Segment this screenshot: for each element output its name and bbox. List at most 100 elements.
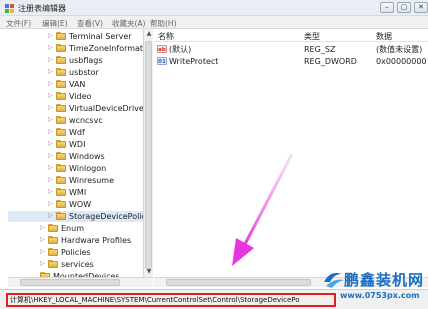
watermark-url: www.0753px.com bbox=[340, 291, 420, 300]
expand-arrow-icon[interactable]: ▷ bbox=[48, 92, 54, 100]
value-name: (默认) bbox=[169, 45, 192, 54]
tree-item-label: Wdf bbox=[69, 128, 85, 137]
scroll-down-icon[interactable]: ▼ bbox=[144, 267, 154, 277]
tree-item[interactable]: ▷ TimeZoneInformat bbox=[8, 43, 150, 54]
folder-icon bbox=[48, 260, 58, 268]
tree-horizontal-scrollbar[interactable] bbox=[8, 277, 153, 287]
scroll-thumb[interactable] bbox=[166, 279, 311, 286]
tree-item-label: usbstor bbox=[69, 68, 99, 77]
folder-icon bbox=[56, 92, 66, 100]
tree-item-label: Video bbox=[69, 92, 92, 101]
tree-vertical-scrollbar[interactable]: ▲ ▼ bbox=[143, 29, 153, 277]
registry-path: 计算机\HKEY_LOCAL_MACHINE\SYSTEM\CurrentCon… bbox=[6, 293, 336, 307]
string-value-icon: ab bbox=[157, 45, 167, 53]
expand-arrow-icon[interactable]: ▷ bbox=[40, 236, 46, 244]
folder-icon bbox=[48, 224, 58, 232]
expand-arrow-icon[interactable]: ▷ bbox=[48, 80, 54, 88]
tree-item-label: WMI bbox=[69, 188, 87, 197]
tree-item[interactable]: ▷ WDI bbox=[8, 139, 150, 150]
tree-item[interactable]: ▷ Windows bbox=[8, 151, 150, 162]
expand-arrow-icon[interactable]: ▷ bbox=[48, 152, 54, 160]
watermark: 鹏鑫装机网 www.0753px.com bbox=[322, 268, 428, 308]
folder-icon bbox=[56, 128, 66, 136]
tree-item-label: VirtualDeviceDriver bbox=[69, 104, 148, 113]
value-name: WriteProtect bbox=[169, 57, 219, 66]
expand-arrow-icon[interactable]: ▷ bbox=[48, 56, 54, 64]
menu-help[interactable]: 帮助(H) bbox=[150, 18, 177, 29]
expand-arrow-icon[interactable]: ▷ bbox=[40, 224, 46, 232]
folder-icon bbox=[56, 44, 66, 52]
tree-item-label: Enum bbox=[61, 224, 84, 233]
tree-item[interactable]: ▷ Enum bbox=[8, 223, 150, 234]
title-bar: 注册表编辑器 – ▢ ✕ bbox=[0, 0, 428, 16]
folder-icon bbox=[56, 164, 66, 172]
scroll-thumb[interactable] bbox=[20, 279, 120, 286]
tree-item[interactable]: ▷ usbstor bbox=[8, 67, 150, 78]
header-divider bbox=[154, 41, 428, 42]
value-data: 0x00000000 (0 bbox=[376, 57, 428, 66]
tree-item[interactable]: ▷ Winlogon bbox=[8, 163, 150, 174]
menu-bar: 文件(F) 编辑(E) 查看(V) 收藏夹(A) 帮助(H) bbox=[0, 16, 428, 29]
expand-arrow-icon[interactable]: ▷ bbox=[48, 68, 54, 76]
tree-item[interactable]: ▷ StorageDevicePolic bbox=[8, 211, 150, 222]
tree-item-label: Winlogon bbox=[69, 164, 107, 173]
tree-item-label: Hardware Profiles bbox=[61, 236, 132, 245]
tree-item[interactable]: ▷ VirtualDeviceDriver bbox=[8, 103, 150, 114]
expand-arrow-icon[interactable]: ▷ bbox=[48, 164, 54, 172]
tree-item[interactable]: ▷ services bbox=[8, 259, 150, 270]
tree-item-label: usbflags bbox=[69, 56, 103, 65]
expand-arrow-icon[interactable]: ▷ bbox=[48, 140, 54, 148]
menu-favorites[interactable]: 收藏夹(A) bbox=[112, 18, 145, 29]
expand-arrow-icon[interactable]: ▷ bbox=[48, 200, 54, 208]
value-row[interactable]: ab (默认) REG_SZ (数值未设置) bbox=[157, 44, 427, 55]
scroll-up-icon[interactable]: ▲ bbox=[144, 29, 154, 39]
menu-file[interactable]: 文件(F) bbox=[6, 18, 31, 29]
scroll-thumb[interactable] bbox=[145, 41, 152, 269]
tree-item[interactable]: ▷ VAN bbox=[8, 79, 150, 90]
tree-item[interactable]: ▷ Wdf bbox=[8, 127, 150, 138]
folder-icon bbox=[56, 80, 66, 88]
tree-item[interactable]: ▷ Hardware Profiles bbox=[8, 235, 150, 246]
tree-item[interactable]: ▷ Winresume bbox=[8, 175, 150, 186]
registry-tree[interactable]: ▷ Terminal Server ▷ TimeZoneInformat ▷ usbfla… bbox=[8, 29, 151, 277]
window-title: 注册表编辑器 bbox=[18, 4, 66, 13]
tree-item-label: Windows bbox=[69, 152, 105, 161]
folder-icon bbox=[56, 56, 66, 64]
tree-item[interactable]: ▷ WMI bbox=[8, 187, 150, 198]
value-data: (数值未设置) bbox=[376, 45, 423, 54]
tree-item[interactable]: ▷ Terminal Server bbox=[8, 31, 150, 42]
tree-item[interactable]: ▷ Video bbox=[8, 91, 150, 102]
maximize-button[interactable]: ▢ bbox=[397, 2, 411, 13]
expand-arrow-icon[interactable]: ▷ bbox=[48, 32, 54, 40]
tree-item-label: Winresume bbox=[69, 176, 115, 185]
expand-arrow-icon[interactable]: ▷ bbox=[48, 128, 54, 136]
tree-item[interactable]: ▷ usbflags bbox=[8, 55, 150, 66]
tree-item[interactable]: ▷ WOW bbox=[8, 199, 150, 210]
minimize-button[interactable]: – bbox=[380, 2, 394, 13]
expand-arrow-icon[interactable]: ▷ bbox=[48, 116, 54, 124]
folder-icon bbox=[56, 188, 66, 196]
tree-item-label: Policies bbox=[61, 248, 91, 257]
tree-item[interactable]: ▷ Policies bbox=[8, 247, 150, 258]
expand-arrow-icon[interactable]: ▷ bbox=[40, 248, 46, 256]
expand-arrow-icon[interactable]: ▷ bbox=[48, 104, 54, 112]
tree-item-label: WDI bbox=[69, 140, 86, 149]
expand-arrow-icon[interactable]: ▷ bbox=[40, 260, 46, 268]
expand-arrow-icon[interactable]: ▷ bbox=[48, 44, 54, 52]
menu-edit[interactable]: 编辑(E) bbox=[42, 18, 68, 29]
value-type: REG_SZ bbox=[304, 45, 336, 54]
folder-icon bbox=[56, 104, 66, 112]
tree-item[interactable]: ▷ wcncsvc bbox=[8, 115, 150, 126]
tree-item-label: TimeZoneInformat bbox=[69, 44, 144, 53]
close-button[interactable]: ✕ bbox=[414, 2, 428, 13]
expand-arrow-icon[interactable]: ▷ bbox=[48, 176, 54, 184]
menu-view[interactable]: 查看(V) bbox=[77, 18, 103, 29]
watermark-title: 鹏鑫装机网 bbox=[344, 271, 425, 289]
folder-icon bbox=[56, 152, 66, 160]
logo-icon bbox=[324, 273, 344, 288]
expand-arrow-icon[interactable]: ▷ bbox=[48, 188, 54, 196]
expand-arrow-icon[interactable]: ▷ bbox=[48, 212, 54, 220]
folder-icon bbox=[48, 236, 58, 244]
value-row[interactable]: 01 WriteProtect REG_DWORD 0x00000000 (0 bbox=[157, 56, 428, 67]
folder-icon bbox=[56, 140, 66, 148]
